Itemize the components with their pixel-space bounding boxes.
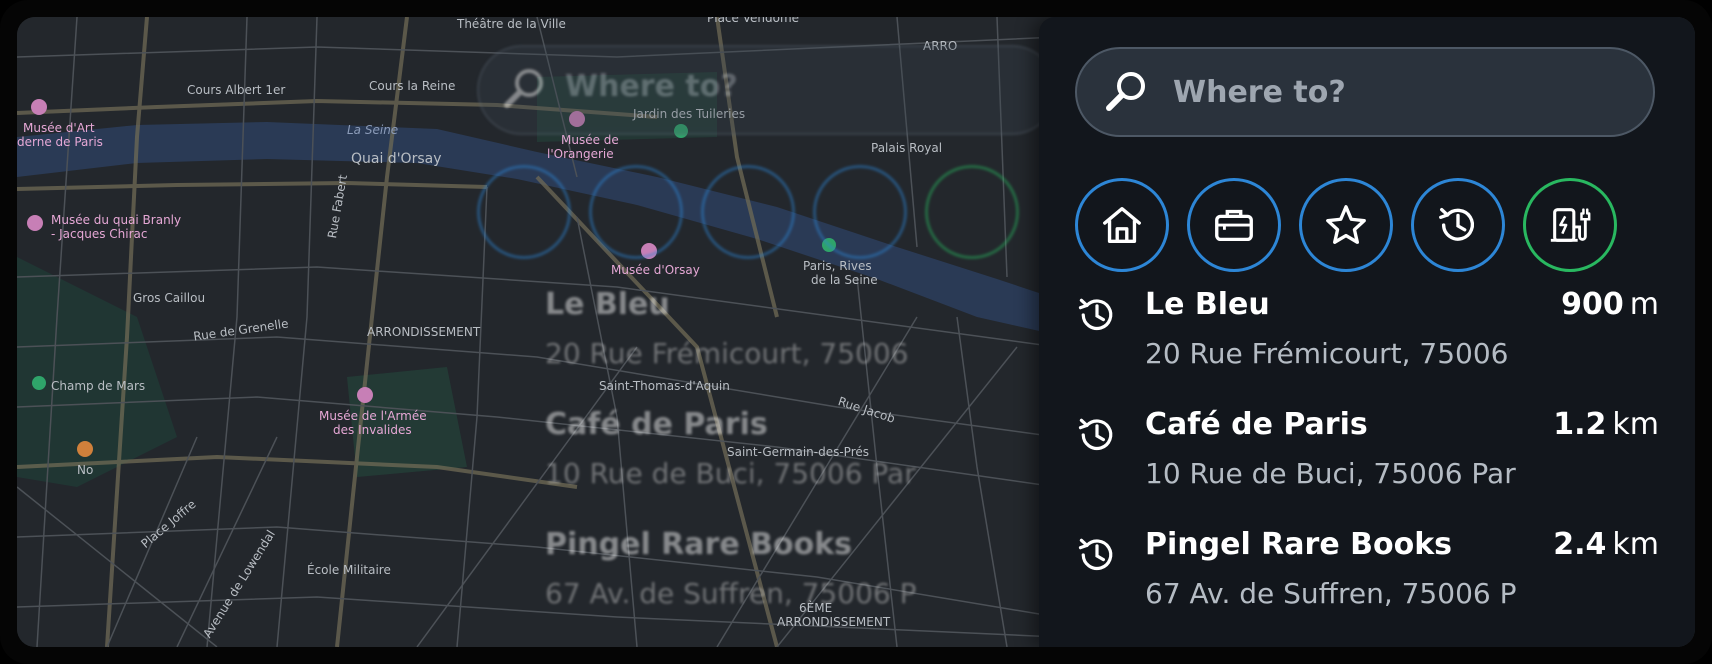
- result-address: 67 Av. de Suffren, 75006 P: [1145, 577, 1517, 610]
- list-item[interactable]: Pingel Rare Books 67 Av. de Suffren, 750…: [1075, 527, 1659, 647]
- search-placeholder: Where to?: [1173, 74, 1346, 110]
- ev-charging-button[interactable]: [1523, 178, 1617, 272]
- search-input[interactable]: Where to?: [1075, 47, 1655, 137]
- search-panel: Where to? Le Bleu 20 Rue Frémicourt, 750…: [1039, 17, 1695, 647]
- recent-icon: [1078, 538, 1113, 571]
- recent-icon: [1078, 298, 1113, 331]
- home-button[interactable]: [1075, 178, 1169, 272]
- result-distance: 900 m: [1561, 287, 1659, 322]
- result-name: Café de Paris: [1145, 407, 1368, 442]
- recent-icon: [1439, 207, 1475, 241]
- list-item[interactable]: Le Bleu 20 Rue Frémicourt, 75006 900 m: [1075, 287, 1659, 407]
- recent-icon: [1078, 418, 1113, 451]
- list-item[interactable]: Café de Paris 10 Rue de Buci, 75006 Par …: [1075, 407, 1659, 527]
- screen: Théâtre de la Ville Place Vendôme ARRO C…: [17, 17, 1695, 647]
- result-address: 20 Rue Frémicourt, 75006: [1145, 337, 1509, 370]
- recent-button[interactable]: [1411, 178, 1505, 272]
- result-name: Le Bleu: [1145, 287, 1270, 322]
- home-icon: [1103, 207, 1141, 243]
- result-distance: 2.4 km: [1553, 527, 1659, 562]
- result-address: 10 Rue de Buci, 75006 Par: [1145, 457, 1516, 490]
- result-name: Pingel Rare Books: [1145, 527, 1453, 562]
- ev-charging-icon: [1550, 208, 1591, 242]
- result-distance: 1.2 km: [1553, 407, 1659, 442]
- device-frame: Théâtre de la Ville Place Vendôme ARRO C…: [0, 0, 1712, 664]
- search-icon: [1106, 72, 1145, 111]
- work-icon: [1215, 209, 1253, 242]
- favorites-icon: [1326, 205, 1366, 244]
- work-button[interactable]: [1187, 178, 1281, 272]
- favorites-button[interactable]: [1299, 178, 1393, 272]
